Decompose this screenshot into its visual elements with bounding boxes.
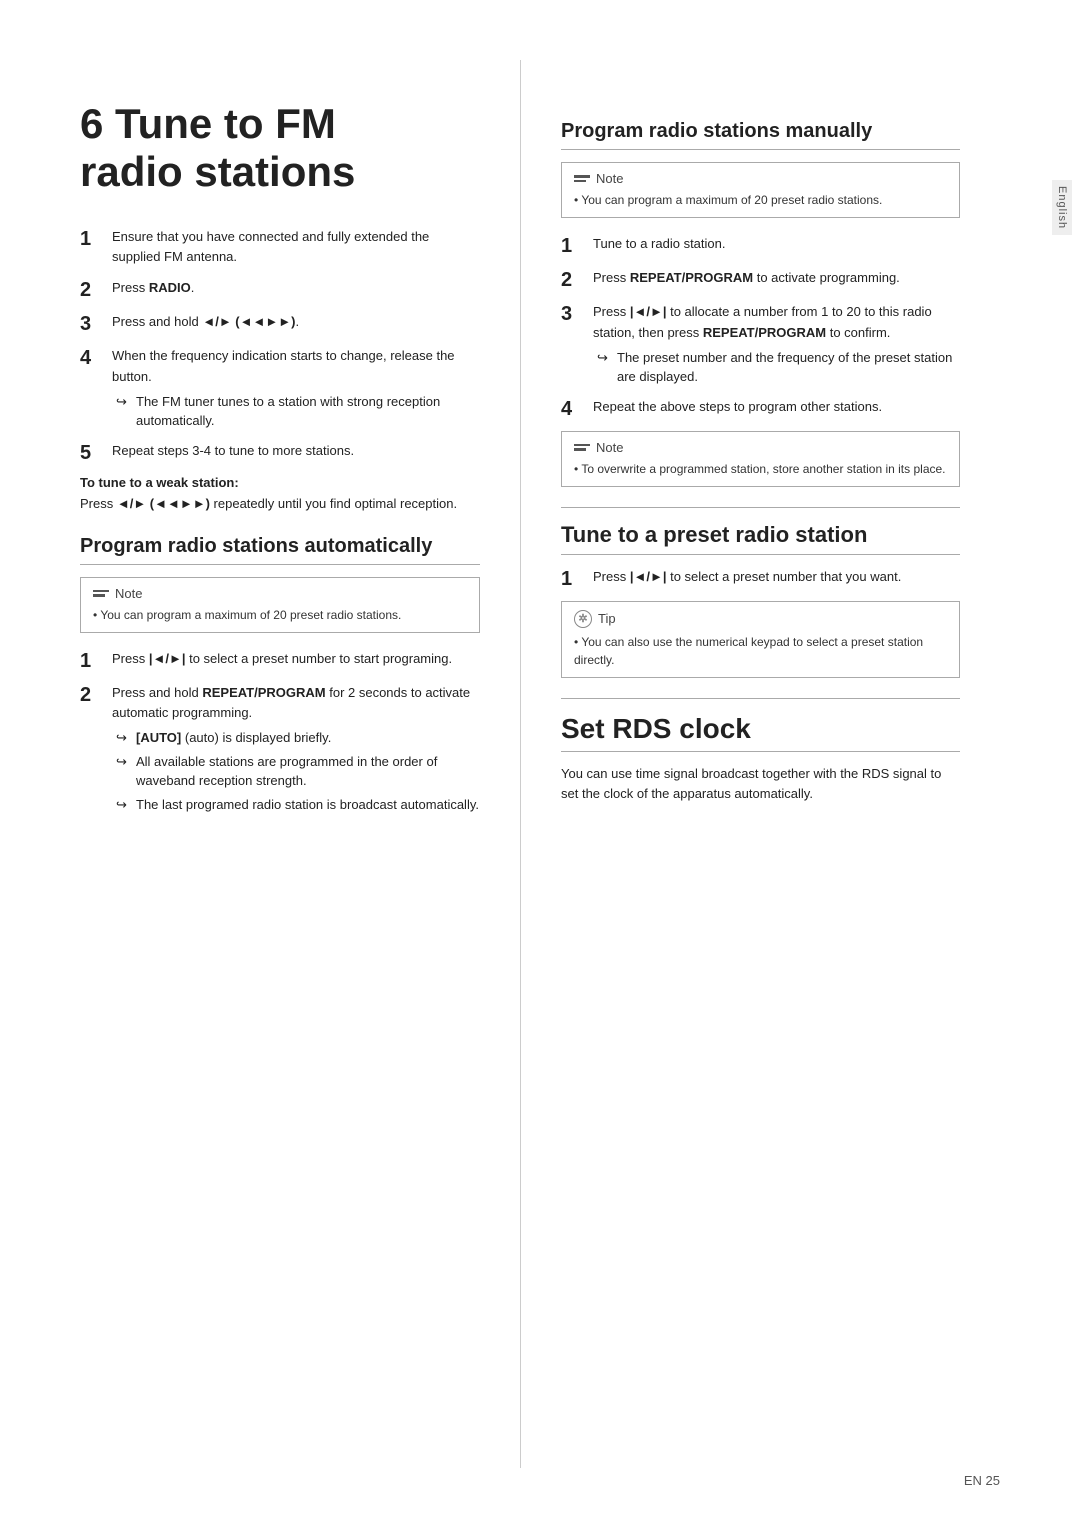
manual-step-content-4: Repeat the above steps to program other …: [593, 397, 882, 418]
chapter-title: 6 Tune to FMradio stations: [80, 100, 480, 197]
left-column: 6 Tune to FMradio stations 1 Ensure that…: [0, 60, 520, 1468]
chapter-number: 6: [80, 100, 103, 147]
note-icon-manual-2: [574, 444, 590, 451]
step-num-5: 5: [80, 441, 102, 465]
step-content-3: Press and hold ◄/► (◄◄►►).: [112, 312, 299, 333]
tip-text: • You can also use the numerical keypad …: [574, 633, 947, 669]
auto-step-num-2: 2: [80, 683, 102, 707]
auto-step-content-2: Press and hold REPEAT/PROGRAM for 2 seco…: [112, 683, 480, 815]
auto-arrow-1: ↪ [AUTO] (auto) is displayed briefly.: [116, 728, 480, 748]
manual-note-label-2: Note: [596, 440, 623, 455]
auto-note-box: Note • You can program a maximum of 20 p…: [80, 577, 480, 633]
page: 6 Tune to FMradio stations 1 Ensure that…: [0, 0, 1080, 1528]
auto-step-1: 1 Press |◄/►| to select a preset number …: [80, 649, 480, 673]
manual-step-2: 2 Press REPEAT/PROGRAM to activate progr…: [561, 268, 960, 292]
weak-station-label: To tune to a weak station:: [80, 475, 480, 490]
page-number: EN 25: [964, 1473, 1000, 1488]
auto-arrow-text-3: The last programed radio station is broa…: [136, 795, 479, 815]
auto-arrow-3: ↪ The last programed radio station is br…: [116, 795, 480, 815]
tip-box: ✲ Tip • You can also use the numerical k…: [561, 601, 960, 678]
auto-note-header: Note: [93, 586, 467, 601]
manual-step-4: 4 Repeat the above steps to program othe…: [561, 397, 960, 421]
preset-step-num-1: 1: [561, 567, 583, 591]
step-2: 2 Press RADIO.: [80, 278, 480, 302]
divider-1: [561, 507, 960, 508]
step-4-arrow-text: The FM tuner tunes to a station with str…: [136, 392, 480, 431]
manual-step-content-2: Press REPEAT/PROGRAM to activate program…: [593, 268, 900, 289]
manual-step-num-2: 2: [561, 268, 583, 292]
manual-steps: 1 Tune to a radio station. 2 Press REPEA…: [561, 234, 960, 421]
step-4: 4 When the frequency indication starts t…: [80, 346, 480, 431]
step-content-1: Ensure that you have connected and fully…: [112, 227, 480, 269]
auto-note-label: Note: [115, 586, 142, 601]
manual-step-num-4: 4: [561, 397, 583, 421]
note-icon-manual: [574, 175, 590, 182]
step-5: 5 Repeat steps 3-4 to tune to more stati…: [80, 441, 480, 465]
right-column: Program radio stations manually Note • Y…: [520, 60, 1040, 1468]
manual-arrow-1: ↪ The preset number and the frequency of…: [597, 348, 960, 387]
manual-note-box: Note • You can program a maximum of 20 p…: [561, 162, 960, 218]
step-content-5: Repeat steps 3-4 to tune to more station…: [112, 441, 354, 462]
rds-section-title: Set RDS clock: [561, 713, 960, 752]
manual-step-content-1: Tune to a radio station.: [593, 234, 726, 255]
manual-step-3: 3 Press |◄/►| to allocate a number from …: [561, 302, 960, 387]
preset-section-title: Tune to a preset radio station: [561, 522, 960, 555]
manual-arrow-text-1: The preset number and the frequency of t…: [617, 348, 960, 387]
language-sidebar: English: [1052, 180, 1072, 235]
tip-label: Tip: [598, 611, 616, 626]
manual-note-box-2: Note • To overwrite a programmed station…: [561, 431, 960, 487]
auto-step-num-1: 1: [80, 649, 102, 673]
step-content-2: Press RADIO.: [112, 278, 194, 299]
auto-section-title: Program radio stations automatically: [80, 535, 480, 565]
step-num-1: 1: [80, 227, 102, 251]
divider-2: [561, 698, 960, 699]
manual-step-content-3: Press |◄/►| to allocate a number from 1 …: [593, 302, 960, 387]
step-1: 1 Ensure that you have connected and ful…: [80, 227, 480, 269]
preset-steps: 1 Press |◄/►| to select a preset number …: [561, 567, 960, 591]
auto-steps: 1 Press |◄/►| to select a preset number …: [80, 649, 480, 815]
tip-icon: ✲: [574, 610, 592, 628]
manual-section-title: Program radio stations manually: [561, 120, 960, 150]
intro-steps: 1 Ensure that you have connected and ful…: [80, 227, 480, 465]
tip-header: ✲ Tip: [574, 610, 947, 628]
step-num-3: 3: [80, 312, 102, 336]
arrow-symbol: ↪: [116, 392, 130, 431]
step-num-2: 2: [80, 278, 102, 302]
auto-note-text: • You can program a maximum of 20 preset…: [93, 606, 467, 624]
auto-step-2: 2 Press and hold REPEAT/PROGRAM for 2 se…: [80, 683, 480, 815]
auto-arrow-2: ↪ All available stations are programmed …: [116, 752, 480, 791]
manual-note-text-2: • To overwrite a programmed station, sto…: [574, 460, 947, 478]
manual-step-num-1: 1: [561, 234, 583, 258]
manual-note-header: Note: [574, 171, 947, 186]
note-icon: [93, 590, 109, 597]
step-content-4: When the frequency indication starts to …: [112, 346, 480, 431]
preset-step-content-1: Press |◄/►| to select a preset number th…: [593, 567, 901, 588]
auto-arrow-text-1: [AUTO] (auto) is displayed briefly.: [136, 728, 331, 748]
auto-arrow-text-2: All available stations are programmed in…: [136, 752, 480, 791]
manual-step-1: 1 Tune to a radio station.: [561, 234, 960, 258]
step-4-arrow: ↪ The FM tuner tunes to a station with s…: [116, 392, 480, 431]
step-num-4: 4: [80, 346, 102, 370]
auto-step-content-1: Press |◄/►| to select a preset number to…: [112, 649, 452, 670]
rds-section-text: You can use time signal broadcast togeth…: [561, 764, 960, 806]
manual-note-text: • You can program a maximum of 20 preset…: [574, 191, 947, 209]
step-3: 3 Press and hold ◄/► (◄◄►►).: [80, 312, 480, 336]
weak-station-text: Press ◄/► (◄◄►►) repeatedly until you fi…: [80, 494, 480, 515]
manual-note-label: Note: [596, 171, 623, 186]
manual-note-header-2: Note: [574, 440, 947, 455]
manual-step-num-3: 3: [561, 302, 583, 326]
preset-step-1: 1 Press |◄/►| to select a preset number …: [561, 567, 960, 591]
